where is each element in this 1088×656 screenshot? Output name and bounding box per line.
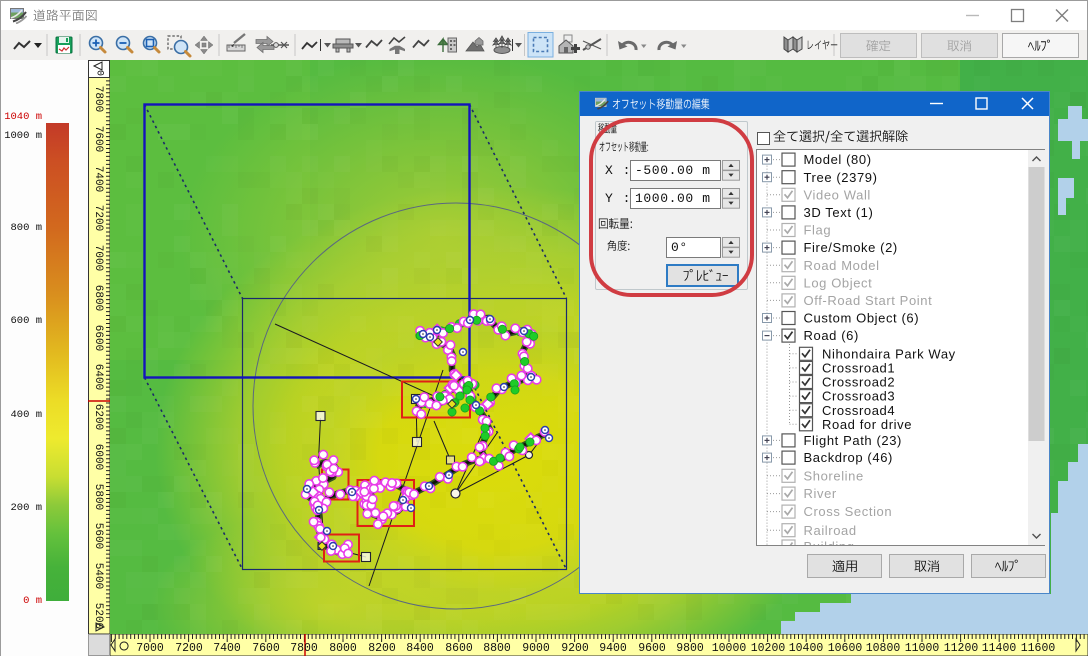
svg-text:Shoreline: Shoreline (804, 468, 864, 483)
svg-text:Crossroad2: Crossroad2 (822, 375, 895, 390)
svg-text:Crossroad4: Crossroad4 (822, 403, 895, 418)
svg-text:7600: 7600 (92, 126, 104, 152)
svg-text:Cross Section: Cross Section (804, 504, 893, 519)
svg-text:5200: 5200 (92, 603, 104, 629)
svg-text:Road (6): Road (6) (804, 328, 859, 343)
svg-text:6400: 6400 (92, 364, 104, 390)
svg-text:Railroad: Railroad (804, 523, 857, 538)
svg-text:5400: 5400 (92, 563, 104, 589)
svg-text:Video Wall: Video Wall (804, 187, 871, 202)
svg-text:Building: Building (804, 539, 855, 545)
svg-text:Nihondaira Park Way: Nihondaira Park Way (822, 346, 956, 361)
svg-text:3D Text (1): 3D Text (1) (804, 205, 874, 220)
svg-text:Custom Object (6): Custom Object (6) (804, 311, 920, 326)
svg-text:River: River (804, 486, 837, 501)
svg-text:6200: 6200 (92, 404, 104, 430)
svg-text:Flag: Flag (804, 223, 832, 238)
svg-text:Backdrop (46): Backdrop (46) (804, 450, 893, 465)
svg-text:7200: 7200 (92, 205, 104, 231)
svg-text:Road for drive: Road for drive (822, 417, 912, 432)
svg-text:Fire/Smoke (2): Fire/Smoke (2) (804, 240, 898, 255)
svg-text:Road Model: Road Model (804, 258, 880, 273)
svg-text:7000: 7000 (92, 245, 104, 271)
svg-text:Model (80): Model (80) (804, 152, 872, 167)
svg-text:7400: 7400 (92, 166, 104, 192)
svg-text:Log Object: Log Object (804, 275, 873, 290)
svg-text:5800: 5800 (92, 484, 104, 510)
svg-text:6000: 6000 (92, 444, 104, 470)
svg-text:7800: 7800 (92, 86, 104, 112)
svg-text:Crossroad3: Crossroad3 (822, 389, 895, 404)
svg-text:6600: 6600 (92, 325, 104, 351)
svg-text:Flight Path (23): Flight Path (23) (804, 433, 902, 448)
svg-text:Crossroad1: Crossroad1 (822, 361, 895, 376)
svg-text:6800: 6800 (92, 285, 104, 311)
svg-text:Off-Road Start Point: Off-Road Start Point (804, 293, 933, 308)
svg-text:Tree (2379): Tree (2379) (804, 170, 878, 185)
svg-text:5600: 5600 (92, 523, 104, 549)
